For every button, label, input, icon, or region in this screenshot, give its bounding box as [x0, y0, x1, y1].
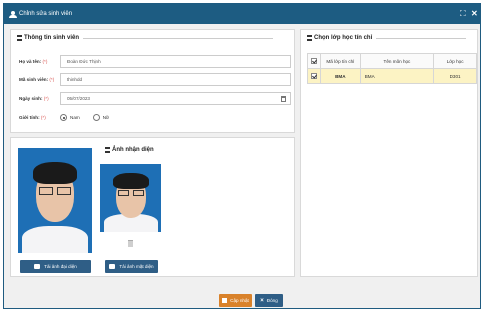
student-id-label-text: Mã sinh viên:	[19, 77, 49, 82]
photo-glasses-left	[118, 190, 129, 196]
required-mark: (*)	[43, 96, 49, 101]
class-code-cell: BMA	[319, 68, 361, 84]
upload-icon	[34, 264, 41, 269]
gender-label: Giới tính: (*)	[19, 115, 60, 120]
student-info-title: Thông tin sinh viên	[24, 35, 79, 41]
student-id-label: Mã sinh viên: (*)	[19, 77, 60, 82]
radio-circle[interactable]	[60, 114, 67, 121]
student-info-heading: Thông tin sinh viên	[17, 35, 273, 41]
column-header[interactable]: Lớp học	[433, 53, 477, 69]
required-mark: (*)	[42, 59, 48, 64]
photo-glasses-right	[57, 187, 71, 195]
gender-female-radio[interactable]: Nữ	[92, 114, 110, 121]
gender-male-radio[interactable]: Nam	[60, 114, 80, 121]
dob-label: Ngày sinh: (*)	[19, 96, 60, 101]
window-title: Chỉnh sửa sinh viên	[19, 11, 73, 17]
update-button[interactable]: Cập nhật	[219, 294, 252, 307]
photo-hair	[113, 173, 149, 189]
trash-icon[interactable]	[128, 240, 133, 247]
maximize-icon[interactable]: ⛶	[460, 9, 466, 18]
heading-divider	[83, 37, 273, 39]
gender-male-label: Nam	[70, 115, 80, 120]
column-header[interactable]: Mã lớp tín chỉ	[319, 53, 361, 69]
table-row[interactable]: BMA BMA D301	[307, 68, 477, 84]
save-icon	[222, 298, 228, 303]
photos-panel: Tải ảnh đại diện Ảnh nhận diện Tải ảnh m…	[10, 137, 295, 277]
table-header-row: Mã lớp tín chỉ Tên môn học Lớp học	[307, 53, 477, 69]
photo-glasses-left	[39, 187, 53, 195]
select-all-checkbox[interactable]	[310, 58, 317, 64]
photo-hair	[33, 162, 77, 184]
column-header[interactable]: Tên môn học	[359, 53, 435, 69]
close-button[interactable]: × Đóng	[255, 294, 283, 307]
face-photo	[100, 164, 161, 232]
row-checkbox-cell[interactable]	[307, 68, 321, 84]
class-select-heading: Chọn lớp học tín chỉ	[307, 35, 467, 41]
recognition-heading: Ảnh nhận diện	[105, 147, 154, 153]
section-icon	[105, 147, 110, 153]
id-row: Mã sinh viên: (*) thinhdd	[19, 73, 291, 86]
heading-divider	[376, 37, 467, 39]
student-id-input[interactable]: thinhdd	[60, 73, 291, 86]
class-table: Mã lớp tín chỉ Tên môn học Lớp học BMA B…	[307, 53, 477, 84]
student-info-panel: Thông tin sinh viên Họ và tên: (*) Đoàn …	[10, 29, 295, 133]
name-label-text: Họ và tên:	[19, 59, 42, 64]
close-icon[interactable]: ✕	[471, 9, 478, 18]
select-all-header[interactable]	[307, 53, 321, 69]
name-label: Họ và tên: (*)	[19, 59, 60, 64]
dob-input[interactable]: 05/07/2023	[60, 92, 291, 105]
photo-glasses-right	[133, 190, 144, 196]
edit-student-window: Chỉnh sửa sinh viên ⛶ ✕ Thông tin sinh v…	[3, 3, 481, 309]
recognition-title: Ảnh nhận diện	[112, 147, 154, 153]
window-titlebar: Chỉnh sửa sinh viên ⛶ ✕	[4, 4, 480, 24]
gender-label-text: Giới tính:	[19, 115, 40, 120]
dob-row: Ngày sinh: (*) 05/07/2023	[19, 92, 291, 105]
class-select-panel: Chọn lớp học tín chỉ Mã lớp tín chỉ Tên …	[300, 29, 478, 277]
upload-profile-button[interactable]: Tải ảnh đại diện	[20, 260, 91, 273]
dob-label-text: Ngày sinh:	[19, 96, 43, 101]
profile-photo	[18, 148, 92, 253]
class-select-title: Chọn lớp học tín chỉ	[314, 35, 373, 41]
close-x-icon: ×	[260, 297, 264, 304]
section-icon	[307, 35, 312, 41]
gender-row: Giới tính: (*) Nam Nữ	[19, 111, 122, 124]
photo-shirt	[22, 226, 88, 253]
upload-face-label: Tải ảnh mặt diện	[119, 264, 154, 269]
required-mark: (*)	[49, 77, 55, 82]
row-checkbox[interactable]	[310, 73, 317, 79]
name-input[interactable]: Đoàn Đức Thịnh	[60, 55, 291, 68]
radio-circle[interactable]	[92, 114, 100, 121]
update-label: Cập nhật	[230, 298, 249, 303]
gender-female-label: Nữ	[102, 115, 110, 120]
section-icon	[17, 35, 22, 41]
subject-cell: BMA	[359, 68, 435, 84]
close-label: Đóng	[266, 298, 278, 303]
upload-icon	[109, 264, 116, 269]
name-row: Họ và tên: (*) Đoàn Đức Thịnh	[19, 55, 291, 68]
dob-value: 05/07/2023	[67, 96, 90, 101]
class-cell: D301	[433, 68, 477, 84]
user-icon	[9, 10, 17, 18]
upload-profile-label: Tải ảnh đại diện	[44, 264, 77, 269]
upload-face-button[interactable]: Tải ảnh mặt diện	[105, 260, 158, 273]
calendar-icon[interactable]	[281, 96, 286, 102]
required-mark: (*)	[40, 115, 46, 120]
